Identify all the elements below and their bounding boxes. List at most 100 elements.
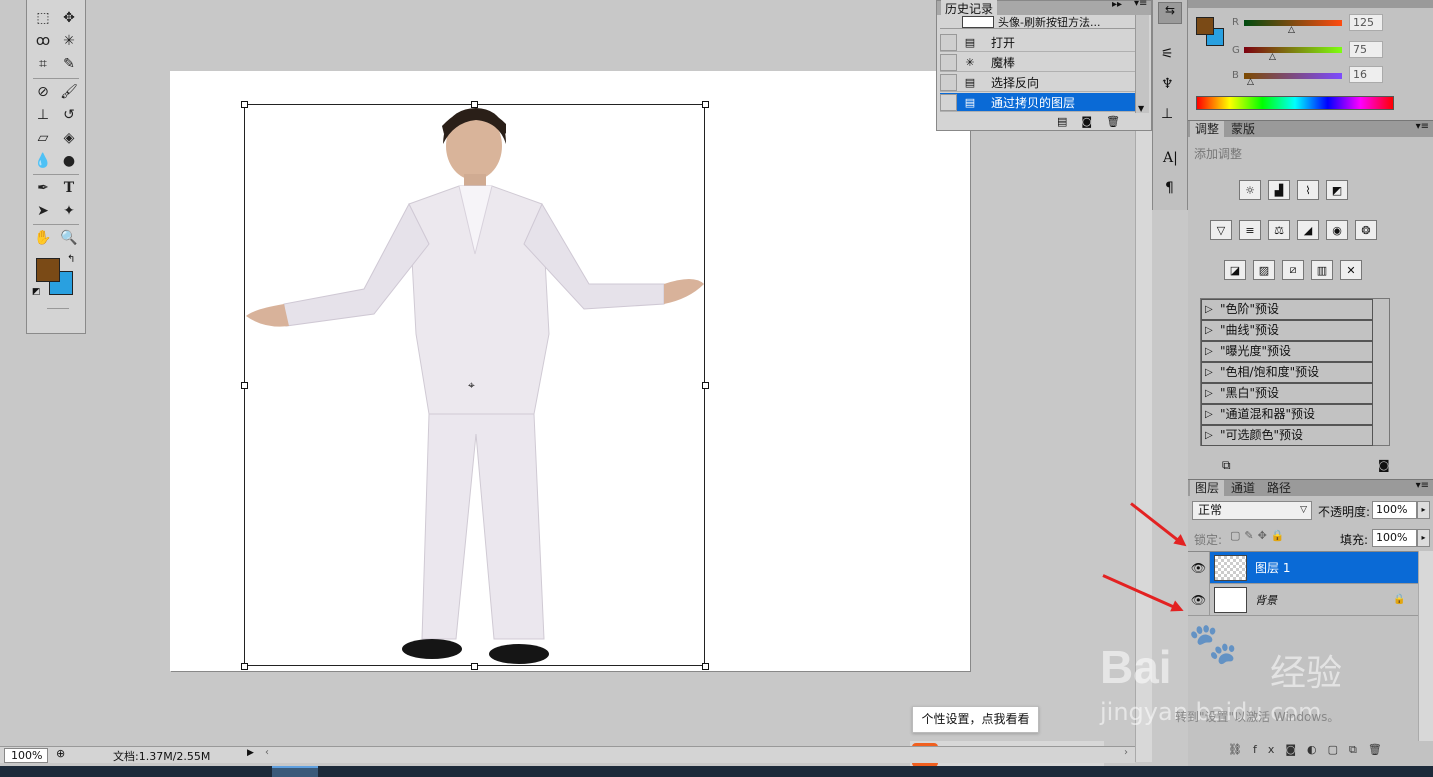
- stamp-dock-icon[interactable]: ⊥: [1161, 106, 1173, 122]
- posterize-icon[interactable]: ▨: [1253, 260, 1275, 280]
- transform-handle[interactable]: [702, 101, 709, 108]
- exposure-icon[interactable]: ◩: [1326, 180, 1348, 200]
- status-menu-arrow-icon[interactable]: ▶: [247, 748, 254, 758]
- history-checkbox[interactable]: [940, 53, 957, 71]
- pen-tool-icon[interactable]: ✒: [32, 178, 54, 198]
- transform-handle[interactable]: [241, 382, 248, 389]
- crop-tool-icon[interactable]: ⌗: [32, 54, 54, 74]
- transform-handle[interactable]: [702, 382, 709, 389]
- brush-tool-icon[interactable]: 🖌: [58, 82, 80, 102]
- opacity-arrow-icon[interactable]: ▸: [1417, 501, 1430, 519]
- preset-curves[interactable]: "曲线"预设: [1201, 320, 1373, 341]
- history-snapshot[interactable]: 头像-刷新按钮方法...: [940, 15, 1135, 29]
- transform-handle[interactable]: [471, 663, 478, 670]
- fill-field[interactable]: 100%: [1372, 529, 1417, 547]
- tab-channels[interactable]: 通道: [1226, 480, 1260, 497]
- foreground-color-swatch[interactable]: [36, 258, 60, 282]
- history-footer-icons[interactable]: ▤◙🗑: [1057, 115, 1134, 128]
- layer-row[interactable]: 👁 背景 🔒: [1188, 583, 1418, 616]
- selective-color-icon[interactable]: ✕: [1340, 260, 1362, 280]
- history-scrollbar[interactable]: ▼: [1135, 15, 1149, 113]
- eraser-tool-icon[interactable]: ▱: [32, 128, 54, 148]
- history-item[interactable]: ▤ 选择反向: [940, 73, 1135, 92]
- layer-name[interactable]: 背景: [1255, 592, 1277, 608]
- scroll-right-icon[interactable]: ›: [1124, 747, 1128, 758]
- preset-channel-mixer[interactable]: "通道混和器"预设: [1201, 404, 1373, 425]
- history-checkbox[interactable]: [940, 73, 957, 91]
- b-value-field[interactable]: 16: [1349, 66, 1383, 83]
- panel-collapse-icon[interactable]: ▸▸: [1112, 0, 1122, 10]
- lasso-tool-icon[interactable]: ꝏ: [32, 31, 54, 51]
- history-checkbox[interactable]: [940, 33, 957, 51]
- b-slider-thumb-icon[interactable]: △: [1247, 77, 1254, 87]
- preset-exposure[interactable]: "曝光度"预设: [1201, 341, 1373, 362]
- fill-arrow-icon[interactable]: ▸: [1417, 529, 1430, 547]
- panel-menu-icon[interactable]: ▾≡: [1416, 480, 1429, 491]
- scroll-left-icon[interactable]: ‹: [265, 747, 269, 758]
- tab-layers[interactable]: 图层: [1190, 480, 1225, 497]
- status-info-icon[interactable]: ⊕: [56, 747, 65, 760]
- type-tool-icon[interactable]: T: [58, 178, 80, 198]
- visibility-eye-icon[interactable]: 👁: [1188, 551, 1210, 584]
- zoom-field[interactable]: 100%: [4, 748, 48, 763]
- black-white-icon[interactable]: ◢: [1297, 220, 1319, 240]
- transform-center-icon[interactable]: ⌖: [468, 378, 475, 393]
- photo-filter-icon[interactable]: ◉: [1326, 220, 1348, 240]
- b-slider[interactable]: [1244, 73, 1342, 79]
- character-dock-icon[interactable]: A|: [1163, 150, 1178, 166]
- curves-icon[interactable]: ⌇: [1297, 180, 1319, 200]
- brush-dock-icon[interactable]: ⚟: [1161, 46, 1174, 62]
- paragraph-dock-icon[interactable]: ¶: [1165, 180, 1174, 196]
- transform-handle[interactable]: [702, 663, 709, 670]
- clone-source-dock-icon[interactable]: ♆: [1161, 76, 1174, 92]
- history-item[interactable]: ✳ 魔棒: [940, 53, 1135, 72]
- g-slider-thumb-icon[interactable]: △: [1269, 52, 1276, 62]
- dodge-tool-icon[interactable]: ●: [58, 151, 80, 171]
- r-slider-thumb-icon[interactable]: △: [1288, 25, 1295, 35]
- preset-levels[interactable]: "色阶"预设: [1201, 299, 1373, 320]
- transform-handle[interactable]: [241, 101, 248, 108]
- eyedropper-icon[interactable]: ✎: [58, 54, 80, 74]
- tab-masks[interactable]: 蒙版: [1226, 121, 1260, 138]
- tab-paths[interactable]: 路径: [1262, 480, 1296, 497]
- vibrance-icon[interactable]: ▽: [1210, 220, 1232, 240]
- blend-mode-select[interactable]: 正常 ▽: [1192, 501, 1312, 520]
- history-dock-icon[interactable]: ⇆: [1158, 2, 1182, 24]
- hue-saturation-icon[interactable]: ≡: [1239, 220, 1261, 240]
- threshold-icon[interactable]: ⧄: [1282, 260, 1304, 280]
- transform-handle[interactable]: [471, 101, 478, 108]
- color-foreground-swatch[interactable]: [1196, 17, 1214, 35]
- g-slider[interactable]: [1244, 47, 1342, 53]
- zoom-tool-icon[interactable]: 🔍: [58, 228, 80, 248]
- history-item-selected[interactable]: ▤ 通过拷贝的图层: [940, 93, 1135, 112]
- stamp-tool-icon[interactable]: ⊥: [32, 105, 54, 125]
- history-brush-icon[interactable]: ↺: [58, 105, 80, 125]
- g-value-field[interactable]: 75: [1349, 41, 1383, 58]
- layer-row-selected[interactable]: 👁 图层 1: [1188, 551, 1418, 584]
- clip-icon[interactable]: ⧉: [1222, 458, 1231, 473]
- marquee-tool-icon[interactable]: ⬚: [32, 8, 54, 28]
- preset-black-white[interactable]: "黑白"预设: [1201, 383, 1373, 404]
- visibility-eye-icon[interactable]: 👁: [1188, 583, 1210, 616]
- move-tool-icon[interactable]: ✥: [58, 8, 80, 28]
- invert-icon[interactable]: ◪: [1224, 260, 1246, 280]
- opacity-field[interactable]: 100%: [1372, 501, 1417, 519]
- panel-menu-icon[interactable]: ▾≡: [1416, 121, 1429, 132]
- shape-tool-icon[interactable]: ✦: [58, 201, 80, 221]
- adjust-footer-icon[interactable]: ◙: [1378, 458, 1390, 472]
- channel-mixer-icon[interactable]: ❂: [1355, 220, 1377, 240]
- taskbar-photoshop-button[interactable]: [272, 766, 318, 777]
- r-value-field[interactable]: 125: [1349, 14, 1383, 31]
- history-checkbox[interactable]: [940, 93, 957, 111]
- tab-adjust[interactable]: 调整: [1190, 121, 1225, 138]
- history-item[interactable]: ▤ 打开: [940, 33, 1135, 52]
- magic-wand-icon[interactable]: ✳: [58, 31, 80, 51]
- preset-hue-saturation[interactable]: "色相/饱和度"预设: [1201, 362, 1373, 383]
- levels-icon[interactable]: ▟: [1268, 180, 1290, 200]
- hand-tool-icon[interactable]: ✋: [32, 228, 54, 248]
- lock-icons[interactable]: ▢✎✥🔒: [1230, 529, 1289, 542]
- path-select-icon[interactable]: ➤: [32, 201, 54, 221]
- preset-selective-color[interactable]: "可选颜色"预设: [1201, 425, 1373, 446]
- healing-brush-icon[interactable]: ⊘: [32, 82, 54, 102]
- bucket-tool-icon[interactable]: ◈: [58, 128, 80, 148]
